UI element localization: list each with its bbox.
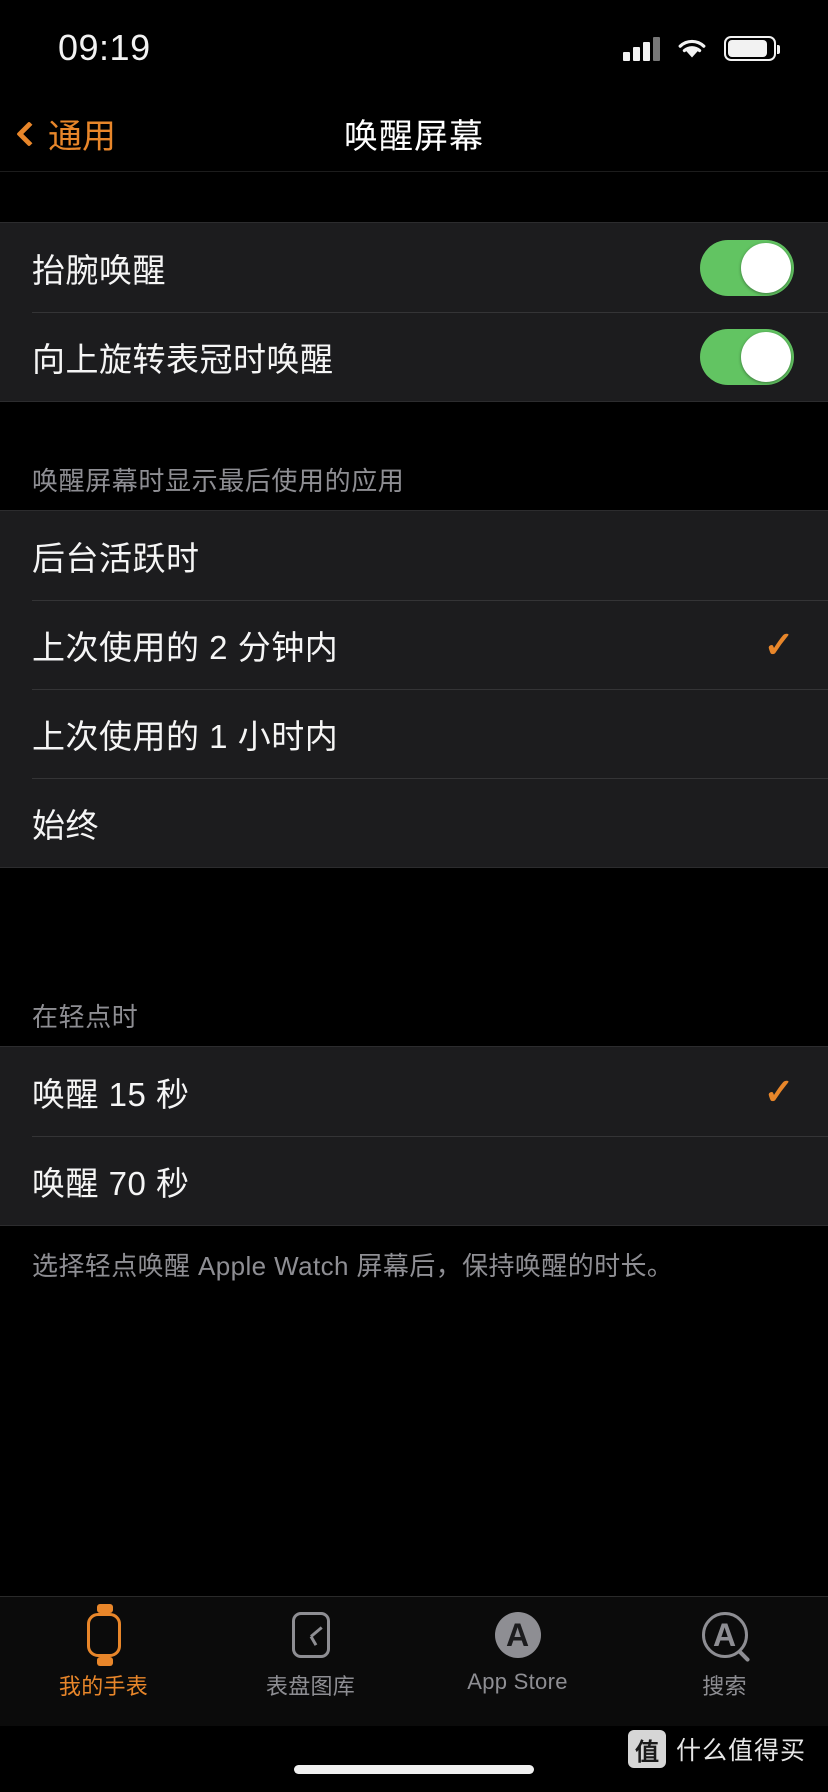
row-label: 上次使用的 2 分钟内 — [32, 628, 339, 666]
watermark-badge: 值 — [627, 1730, 666, 1768]
watch-face-icon — [291, 1609, 330, 1661]
spacer-top — [0, 172, 828, 222]
checkmark-icon: ✓ — [763, 1070, 794, 1112]
watch-icon — [86, 1604, 121, 1666]
app-screen: 09:19 通用 唤醒屏幕 抬腕唤醒 向上旋转表冠时唤醒 唤醒屏幕时显示最后使用… — [0, 0, 828, 1792]
option-background-active[interactable]: 后台活跃时 — [0, 511, 828, 600]
checkmark-icon: ✓ — [763, 623, 794, 665]
tab-label: 我的手表 — [58, 1674, 149, 1699]
tab-face-gallery[interactable]: 表盘图库 — [207, 1609, 414, 1701]
tab-bar: 我的手表 表盘图库 A App Store A 搜索 — [0, 1596, 828, 1726]
row-label: 上次使用的 1 小时内 — [32, 717, 339, 755]
option-always[interactable]: 始终 — [0, 778, 828, 867]
wifi-icon — [678, 39, 706, 58]
option-within-1-hour[interactable]: 上次使用的 1 小时内 — [0, 689, 828, 778]
row-label: 向上旋转表冠时唤醒 — [32, 340, 334, 378]
row-label: 唤醒 15 秒 — [32, 1075, 190, 1113]
page-title: 唤醒屏幕 — [344, 118, 484, 156]
back-button-label: 通用 — [48, 118, 116, 156]
last-app-options-group: 后台活跃时 上次使用的 2 分钟内 ✓ 上次使用的 1 小时内 始终 — [0, 510, 828, 868]
option-within-2-minutes[interactable]: 上次使用的 2 分钟内 ✓ — [0, 600, 828, 689]
section-header-last-app: 唤醒屏幕时显示最后使用的应用 — [32, 466, 405, 496]
tab-app-store[interactable]: A App Store — [414, 1609, 621, 1695]
crown-to-wake-toggle[interactable] — [700, 328, 794, 385]
status-bar: 09:19 — [0, 0, 828, 96]
app-store-icon: A — [494, 1609, 541, 1661]
status-time: 09:19 — [58, 27, 151, 68]
row-label: 抬腕唤醒 — [32, 251, 166, 289]
on-tap-footnote: 选择轻点唤醒 Apple Watch 屏幕后，保持唤醒的时长。 — [32, 1251, 674, 1281]
row-crown-to-wake[interactable]: 向上旋转表冠时唤醒 — [0, 312, 828, 401]
tab-label: 搜索 — [702, 1674, 747, 1699]
bottom-area: 值 什么值得买 — [0, 1726, 828, 1792]
cellular-signal-icon — [623, 35, 660, 61]
row-label: 始终 — [32, 806, 99, 844]
tab-my-watch[interactable]: 我的手表 — [0, 1604, 207, 1701]
battery-icon — [724, 35, 780, 61]
watermark-text: 什么值得买 — [675, 1737, 806, 1765]
search-icon: A — [701, 1609, 748, 1661]
back-button[interactable]: 通用 — [0, 109, 116, 158]
wake-toggle-group: 抬腕唤醒 向上旋转表冠时唤醒 — [0, 222, 828, 402]
option-wake-15-seconds[interactable]: 唤醒 15 秒 ✓ — [0, 1047, 828, 1136]
tab-label: App Store — [467, 1669, 568, 1694]
raise-to-wake-toggle[interactable] — [700, 239, 794, 296]
status-indicators — [623, 35, 780, 61]
row-label: 后台活跃时 — [32, 539, 200, 577]
chevron-left-icon — [16, 120, 42, 147]
home-indicator[interactable] — [294, 1765, 534, 1774]
spacer-after-toggles — [0, 402, 828, 452]
watermark: 值 什么值得买 — [627, 1730, 806, 1768]
toggle-knob — [741, 242, 791, 293]
settings-content: 抬腕唤醒 向上旋转表冠时唤醒 唤醒屏幕时显示最后使用的应用 后台活跃时 上次使用… — [0, 172, 828, 1596]
section-header-on-tap: 在轻点时 — [32, 1002, 139, 1032]
navigation-bar: 通用 唤醒屏幕 — [0, 96, 828, 172]
row-raise-to-wake[interactable]: 抬腕唤醒 — [0, 223, 828, 312]
tab-search[interactable]: A 搜索 — [621, 1609, 828, 1701]
tab-label: 表盘图库 — [265, 1674, 356, 1699]
option-wake-70-seconds[interactable]: 唤醒 70 秒 — [0, 1136, 828, 1225]
toggle-knob — [741, 331, 791, 382]
spacer-after-last-app — [0, 868, 828, 988]
row-label: 唤醒 70 秒 — [32, 1164, 190, 1202]
on-tap-options-group: 唤醒 15 秒 ✓ 唤醒 70 秒 — [0, 1046, 828, 1226]
